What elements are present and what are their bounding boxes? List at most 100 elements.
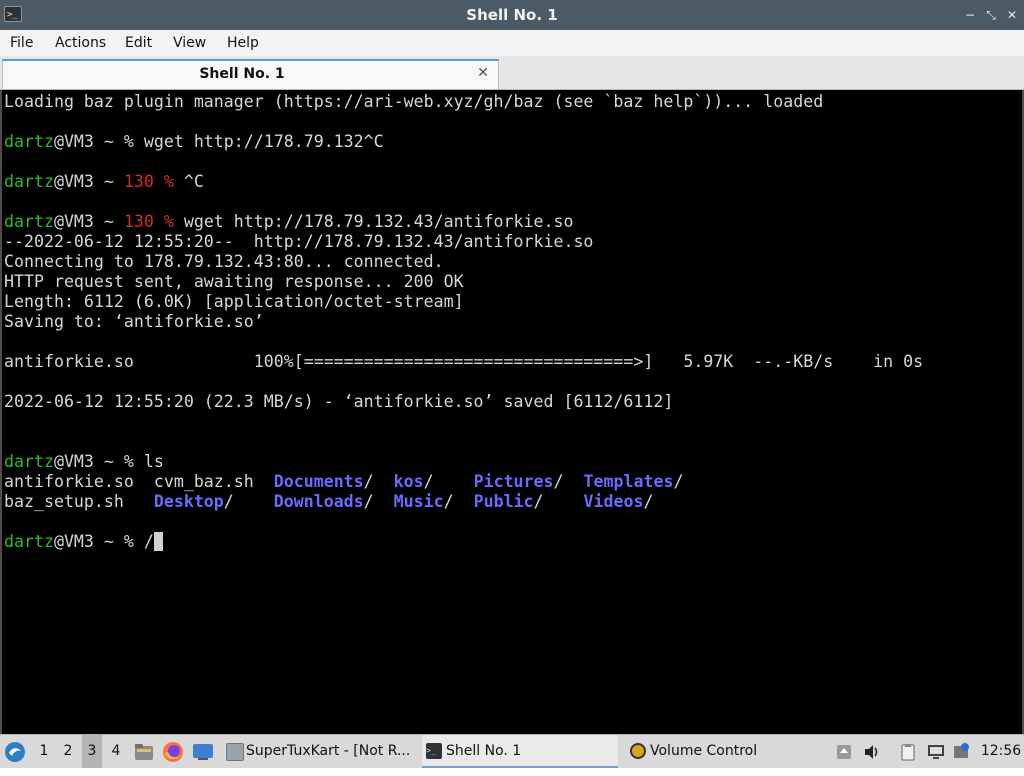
workspace-1[interactable]: 1 (34, 735, 54, 768)
terminal-text: / (363, 492, 394, 511)
terminal-text: @VM3 ~ % wget http://178.79.132^C (53, 132, 384, 151)
terminal-text: Length: 6112 (6.0K) [application/octet-s… (4, 292, 464, 311)
exit-code: 130 % (123, 172, 174, 191)
terminal-text: Saving to: ‘antiforkie.so’ (4, 312, 264, 331)
start-menu-icon (5, 742, 25, 762)
terminal-text: / (533, 492, 584, 511)
terminal-text: Connecting to 178.79.132.43:80... connec… (4, 252, 444, 271)
workspace-4[interactable]: 4 (106, 735, 126, 768)
directory-name: Music (393, 492, 444, 511)
terminal-text: / (643, 492, 654, 511)
directory-name: Desktop (153, 492, 224, 511)
terminal-line: antiforkie.so cvm_baz.sh Documents/ kos/… (4, 472, 683, 492)
prompt-user: dartz (4, 132, 54, 151)
workspace-2[interactable]: 2 (58, 735, 78, 768)
maximize-button[interactable]: ⤡ (983, 7, 999, 23)
taskbar: 1 2 3 4 SuperTuxKart - [Not R... >_ Shel… (0, 734, 1024, 768)
tab-bar: Shell No. 1 ✕ (0, 56, 1024, 90)
terminal-line: dartz@VM3 ~ % wget http://178.79.132^C (4, 132, 384, 152)
network-icon[interactable] (926, 735, 946, 768)
menu-view[interactable]: View (169, 30, 210, 56)
terminal-text: Loading baz plugin manager (https://ari-… (4, 92, 824, 111)
window-titlebar[interactable]: >_ Shell No. 1 − ⤡ ✕ (0, 0, 1024, 30)
directory-name: Public (473, 492, 534, 511)
volume-control-icon (630, 743, 646, 759)
clipboard-icon[interactable] (898, 735, 918, 768)
window-title: Shell No. 1 (466, 6, 558, 24)
terminal-text: / (553, 472, 584, 491)
terminal-text: @VM3 ~ (53, 212, 124, 231)
terminal-line: 2022-06-12 12:55:20 (22.3 MB/s) - ‘antif… (4, 392, 673, 412)
menu-edit[interactable]: Edit (121, 30, 156, 56)
terminal-prompt-line: dartz@VM3 ~ % / (4, 532, 163, 552)
task-label: Volume Control (650, 743, 758, 759)
task-volume-control[interactable]: Volume Control (626, 735, 846, 768)
desktop-icon (193, 744, 213, 760)
tab-close-icon[interactable]: ✕ (476, 65, 490, 81)
terminal-icon: >_ (426, 743, 442, 759)
terminal-text: baz_setup.sh (4, 492, 154, 511)
menu-help[interactable]: Help (223, 30, 263, 56)
directory-name: Templates (583, 472, 674, 491)
terminal-text: ^C (173, 172, 204, 191)
prompt-user: dartz (4, 212, 54, 231)
terminal-text: @VM3 ~ % / (53, 532, 154, 551)
directory-name: Downloads (273, 492, 364, 511)
terminal-line: Saving to: ‘antiforkie.so’ (4, 312, 264, 332)
terminal-line: --2022-06-12 12:55:20-- http://178.79.13… (4, 232, 593, 252)
text-cursor (153, 532, 163, 551)
terminal-text: / (223, 492, 274, 511)
terminal-line: Connecting to 178.79.132.43:80... connec… (4, 252, 444, 272)
terminal-view[interactable]: Loading baz plugin manager (https://ari-… (0, 90, 1024, 734)
close-button[interactable]: ✕ (1004, 7, 1020, 23)
directory-name: Pictures (473, 472, 554, 491)
task-supertuxkart[interactable]: SuperTuxKart - [Not R... (222, 735, 442, 768)
terminal-text: / (673, 472, 684, 491)
terminal-line: Length: 6112 (6.0K) [application/octet-s… (4, 292, 464, 312)
exit-code: 130 % (123, 212, 174, 231)
terminal-text: 2022-06-12 12:55:20 (22.3 MB/s) - ‘antif… (4, 392, 674, 411)
terminal-text: wget http://178.79.132.43/antiforkie.so (173, 212, 574, 231)
menu-file[interactable]: File (6, 30, 37, 56)
prompt-user: dartz (4, 452, 54, 471)
terminal-text: antiforkie.so cvm_baz.sh (4, 472, 274, 491)
update-icon[interactable] (952, 735, 972, 768)
workspace-3[interactable]: 3 (82, 735, 102, 768)
file-manager-icon (135, 744, 153, 760)
file-manager-launcher[interactable] (134, 735, 156, 768)
directory-name: Videos (583, 492, 644, 511)
menubar: File Actions Edit View Help (0, 30, 1024, 56)
speaker-icon[interactable] (862, 735, 882, 768)
task-label: Shell No. 1 (446, 743, 522, 759)
task-label: SuperTuxKart - [Not R... (246, 743, 411, 759)
terminal-line: HTTP request sent, awaiting response... … (4, 272, 464, 292)
tab-shell-1[interactable]: Shell No. 1 ✕ (2, 59, 499, 89)
terminal-text: / (363, 472, 394, 491)
terminal-text: antiforkie.so 100%[=====================… (4, 352, 924, 371)
terminal-text: --2022-06-12 12:55:20-- http://178.79.13… (4, 232, 594, 251)
terminal-line: dartz@VM3 ~ 130 % wget http://178.79.132… (4, 212, 573, 232)
directory-name: kos (393, 472, 424, 491)
terminal-text: / (443, 492, 474, 511)
firefox-icon (163, 742, 183, 762)
menu-actions[interactable]: Actions (51, 30, 110, 56)
terminal-line: baz_setup.sh Desktop/ Downloads/ Music/ … (4, 492, 653, 512)
clock[interactable]: 12:56 (978, 735, 1024, 768)
terminal-text: @VM3 ~ % ls (53, 452, 164, 471)
show-desktop-launcher[interactable] (192, 735, 216, 768)
tab-label: Shell No. 1 (199, 66, 285, 82)
terminal-text: / (423, 472, 474, 491)
prompt-user: dartz (4, 172, 54, 191)
terminal-line: antiforkie.so 100%[=====================… (4, 352, 923, 372)
start-menu-button[interactable] (4, 735, 30, 768)
directory-name: Documents (273, 472, 364, 491)
terminal-line: dartz@VM3 ~ % ls (4, 452, 164, 472)
terminal-line: Loading baz plugin manager (https://ari-… (4, 92, 823, 112)
terminal-text: @VM3 ~ (53, 172, 124, 191)
upload-icon[interactable] (834, 735, 854, 768)
minimize-button[interactable]: − (962, 7, 978, 23)
window-icon (226, 743, 244, 761)
terminal-text: HTTP request sent, awaiting response... … (4, 272, 464, 291)
task-shell[interactable]: >_ Shell No. 1 (422, 735, 618, 768)
firefox-launcher[interactable] (162, 735, 186, 768)
